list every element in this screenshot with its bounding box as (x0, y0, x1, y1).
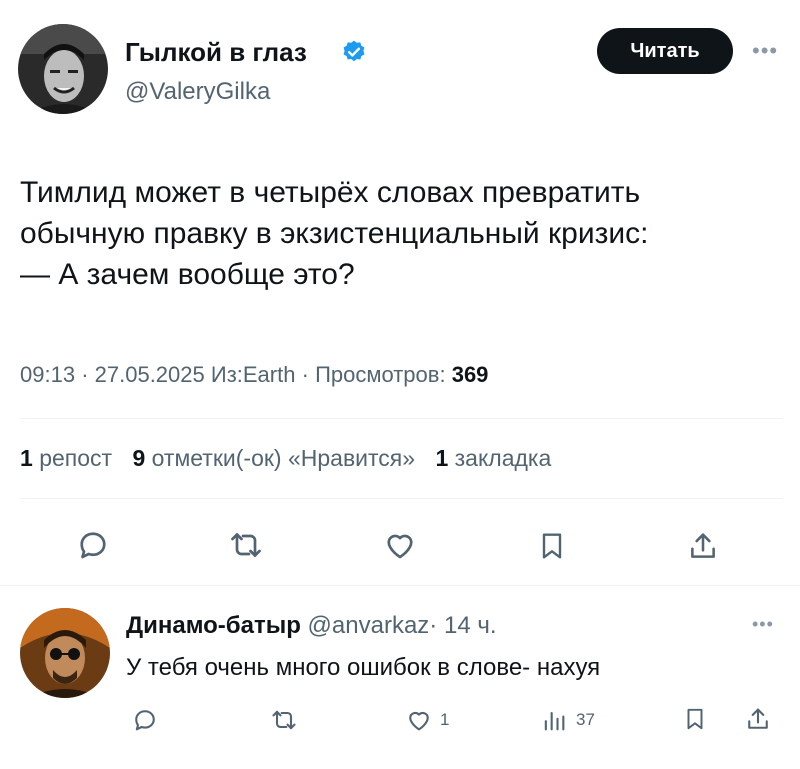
likes-label: отметки(-ок) «Нравится» (151, 445, 416, 471)
divider (0, 585, 800, 586)
bookmarks-stat[interactable]: 1 закладка (435, 445, 551, 471)
reply-avatar[interactable] (20, 608, 110, 698)
reply-header: Динамо-батыр @anvarkaz· 14 ч. (126, 612, 497, 640)
tweet-date[interactable]: 27.05.2025 (95, 362, 205, 387)
reply-retweet-icon[interactable] (269, 706, 299, 734)
tweet-source: Из:Earth (210, 362, 296, 387)
author-avatar[interactable] (18, 24, 108, 114)
reply-time[interactable]: 14 ч. (444, 612, 497, 639)
heart-icon[interactable] (381, 527, 419, 563)
reply-author-handle[interactable]: @anvarkaz (308, 612, 430, 639)
reply-views-count: 37 (576, 710, 595, 729)
reply-author-name[interactable]: Динамо-батыр (126, 612, 301, 639)
views-label: Просмотров: (315, 362, 446, 387)
bookmark-icon[interactable] (536, 527, 568, 565)
reply-share-icon[interactable] (744, 704, 772, 734)
more-options-icon[interactable]: ••• (752, 38, 778, 64)
verified-badge-icon (341, 39, 367, 65)
bookmarks-label: закладка (454, 445, 552, 471)
reply-separator: · (429, 612, 438, 639)
reply-bookmark-icon[interactable] (682, 704, 708, 734)
reposts-label: репост (39, 445, 113, 471)
share-icon[interactable] (686, 527, 720, 565)
divider (20, 498, 783, 499)
tweet-line: — А зачем вообще это? (20, 258, 355, 291)
reposts-count: 1 (20, 445, 33, 471)
reply-likes-count: 1 (440, 710, 450, 729)
views-count: 369 (451, 362, 489, 387)
divider (20, 418, 783, 419)
reposts-stat[interactable]: 1 репост (20, 445, 112, 471)
meta-separator: · (301, 362, 309, 387)
likes-stat[interactable]: 9 отметки(-ок) «Нравится» (132, 445, 415, 471)
tweet-meta: 09:13 · 27.05.2025 Из:Earth · Просмотров… (20, 362, 488, 388)
tweet-line: Тимлид может в четырёх словах превратить (20, 176, 641, 209)
author-handle[interactable]: @ValeryGilka (125, 78, 270, 106)
reply-icon[interactable] (75, 527, 111, 563)
read-button[interactable]: Читать (597, 28, 733, 74)
tweet-text: Тимлид может в четырёх словах превратить… (20, 172, 790, 295)
tweet-stats: 1 репост 9 отметки(-ок) «Нравится» 1 зак… (20, 445, 551, 472)
author-name[interactable]: Гылкой в глаз (125, 37, 307, 68)
reply-more-options-icon[interactable]: ••• (752, 614, 774, 635)
tweet-time[interactable]: 09:13 (20, 362, 75, 387)
likes-count: 9 (132, 445, 146, 471)
reply-heart-icon[interactable] (404, 706, 434, 734)
reply-text: У тебя очень много ошибок в слове- нахуя (126, 654, 601, 681)
bookmarks-count: 1 (435, 445, 449, 471)
meta-separator: · (81, 362, 89, 387)
retweet-icon[interactable] (227, 527, 265, 563)
tweet-line: обычную правку в экзистенциальный кризис… (20, 217, 649, 250)
reply-reply-icon[interactable] (131, 706, 159, 734)
reply-views-icon[interactable] (540, 706, 568, 734)
